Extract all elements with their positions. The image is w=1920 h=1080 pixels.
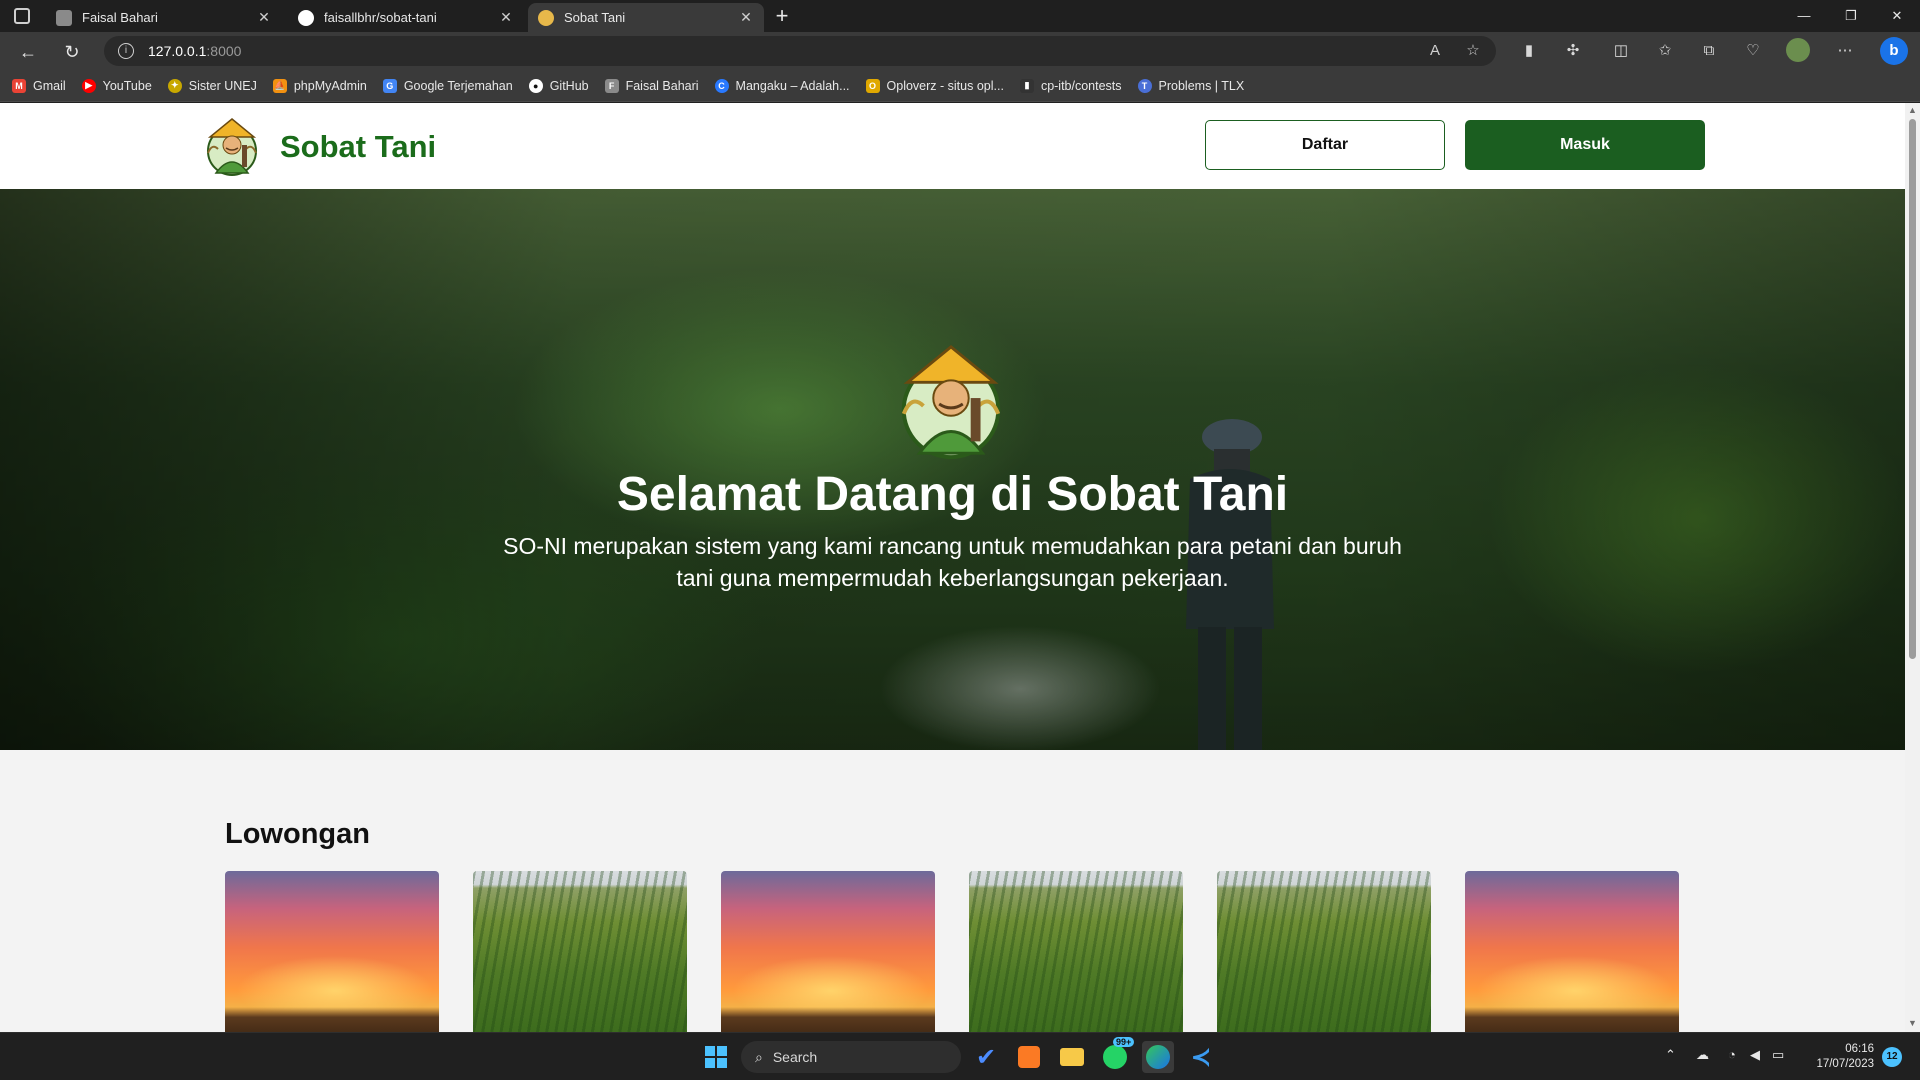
login-button[interactable]: Masuk: [1465, 120, 1705, 170]
tab-sobat-tani[interactable]: Sobat Tani ✕: [528, 3, 764, 32]
page-viewport: Sobat Tani Daftar Masuk Selamat Datang d…: [0, 103, 1905, 1032]
oploverz-icon: O: [865, 78, 880, 93]
tray-overflow-icon[interactable]: ⌃: [1665, 1047, 1676, 1063]
close-icon[interactable]: ✕: [738, 9, 754, 26]
scroll-down-icon[interactable]: ▼: [1908, 1018, 1917, 1028]
site-info-icon[interactable]: i: [118, 43, 134, 59]
scrollbar-thumb[interactable]: [1909, 119, 1916, 659]
new-tab-button[interactable]: +: [770, 4, 794, 28]
cp-itb-icon: ▮: [1019, 78, 1034, 93]
tab-github[interactable]: faisallbhr/sobat-tani ✕: [288, 3, 524, 32]
job-card-image[interactable]: [473, 871, 687, 1032]
date: 17/07/2023: [1816, 1058, 1874, 1070]
section-title-lowongan: Lowongan: [225, 818, 370, 850]
bookmark-youtube[interactable]: ▶ YouTube: [81, 78, 152, 93]
favorites-icon[interactable]: ✩: [1654, 40, 1676, 62]
wifi-icon[interactable]: ◔: [1728, 1047, 1736, 1062]
bookmark-phpmyadmin[interactable]: ⛵ phpMyAdmin: [272, 78, 367, 93]
vscode-icon[interactable]: ≺: [1185, 1041, 1217, 1073]
job-card-image[interactable]: [225, 871, 439, 1032]
phpmyadmin-icon: ⛵: [272, 78, 287, 93]
bookmark-google-translate[interactable]: G Google Terjemahan: [382, 78, 513, 93]
refresh-icon[interactable]: ↻: [60, 40, 84, 64]
profile-avatar[interactable]: [1786, 38, 1810, 62]
address-bar[interactable]: i 127.0.0.1:8000 A ☆: [104, 36, 1496, 66]
bing-copilot-icon[interactable]: b: [1880, 37, 1908, 65]
windows-taskbar: ⌕ Search ✔ 99+ ≺ ⌃ ☁ ◔ ◀ ▭ 06:16 17/07/2…: [0, 1032, 1920, 1080]
translate-icon: G: [382, 78, 397, 93]
job-card-image[interactable]: [1465, 871, 1679, 1032]
github-icon: ●: [528, 78, 543, 93]
site-header: Sobat Tani Daftar Masuk: [0, 103, 1905, 189]
github-icon: [298, 9, 314, 26]
time: 06:16: [1845, 1043, 1874, 1055]
start-icon[interactable]: [700, 1041, 732, 1073]
extension-icon[interactable]: ▮: [1518, 40, 1540, 62]
hero-farmer-logo-icon: [901, 344, 1001, 460]
browser-essentials-icon[interactable]: ♡: [1742, 40, 1764, 62]
brand[interactable]: Sobat Tani: [200, 115, 436, 179]
xampp-icon[interactable]: [1013, 1041, 1045, 1073]
close-icon[interactable]: ✕: [498, 9, 514, 26]
back-icon[interactable]: ←: [16, 40, 40, 64]
url-port: :8000: [206, 43, 242, 59]
onedrive-icon[interactable]: ☁: [1696, 1047, 1709, 1063]
hero-description: SO-NI merupakan sistem yang kami rancang…: [503, 533, 1402, 591]
url-host: 127.0.0.1: [148, 43, 207, 59]
scroll-up-icon[interactable]: ▲: [1908, 105, 1917, 115]
favorite-star-icon[interactable]: ☆: [1464, 42, 1482, 60]
clock[interactable]: 06:16 17/07/2023: [1806, 1042, 1874, 1072]
bookmark-oploverz[interactable]: O Oploverz - situs opl...: [865, 78, 1004, 93]
close-window-icon[interactable]: ✕: [1886, 6, 1908, 26]
bookmark-mangaku[interactable]: C Mangaku – Adalah...: [714, 78, 850, 93]
collections-icon[interactable]: ⧉: [1698, 40, 1720, 62]
tlx-icon: T: [1137, 78, 1152, 93]
split-screen-icon[interactable]: ◫: [1610, 40, 1632, 62]
tab-strip: Faisal Bahari ✕ faisallbhr/sobat-tani ✕ …: [0, 0, 1920, 32]
brand-name: Sobat Tani: [280, 129, 437, 164]
search-icon: ⌕: [755, 1048, 763, 1065]
file-explorer-icon[interactable]: [1056, 1041, 1088, 1073]
profile-icon: F: [604, 78, 619, 93]
bookmark-gmail[interactable]: M Gmail: [12, 78, 66, 93]
mangaku-icon: C: [714, 78, 729, 93]
farmer-logo-icon: [207, 118, 257, 176]
job-cards: [225, 871, 1685, 1032]
battery-icon[interactable]: ▭: [1772, 1047, 1784, 1063]
bookmarks-bar: M Gmail ▶ YouTube ✦ Sister UNEJ ⛵ phpMyAdmin…: [0, 70, 1920, 102]
page-scrollbar[interactable]: ▲ ▼: [1905, 103, 1920, 1032]
extensions-puzzle-icon[interactable]: ✣: [1562, 40, 1584, 62]
notification-badge[interactable]: 12: [1882, 1047, 1902, 1067]
job-card-image[interactable]: [969, 871, 1183, 1032]
minimize-icon[interactable]: —: [1793, 6, 1815, 26]
more-menu-icon[interactable]: ⋯: [1834, 40, 1856, 62]
register-button[interactable]: Daftar: [1205, 120, 1445, 170]
bookmark-tlx[interactable]: T Problems | TLX: [1137, 78, 1244, 93]
close-icon[interactable]: ✕: [256, 9, 272, 26]
whatsapp-icon[interactable]: 99+: [1099, 1037, 1135, 1073]
job-card-image[interactable]: [1217, 871, 1431, 1032]
bookmark-faisal-bahari[interactable]: F Faisal Bahari: [604, 78, 699, 93]
farmer-icon: [538, 9, 554, 26]
restore-icon[interactable]: ❐: [1840, 6, 1862, 26]
taskbar-search[interactable]: ⌕ Search: [741, 1041, 961, 1073]
profile-icon: [56, 9, 72, 26]
youtube-icon: ▶: [81, 78, 96, 93]
edge-icon[interactable]: [1142, 1041, 1174, 1073]
bookmark-cp-itb[interactable]: ▮ cp-itb/contests: [1019, 78, 1122, 93]
whatsapp-badge: 99+: [1113, 1037, 1135, 1047]
tab-actions-icon[interactable]: [14, 8, 30, 24]
read-aloud-icon[interactable]: A: [1426, 42, 1444, 60]
todo-icon[interactable]: ✔: [970, 1041, 1002, 1073]
unej-icon: ✦: [167, 78, 182, 93]
job-card-image[interactable]: [721, 871, 935, 1032]
gmail-icon: M: [12, 78, 26, 93]
hero-title: Selamat Datang di Sobat Tani: [616, 468, 1289, 521]
tab-faisal-bahari[interactable]: Faisal Bahari ✕: [46, 3, 282, 32]
bookmark-sister-unej[interactable]: ✦ Sister UNEJ: [167, 78, 257, 93]
bookmark-github[interactable]: ● GitHub: [528, 78, 589, 93]
volume-icon[interactable]: ◀: [1750, 1047, 1760, 1063]
hero-banner: Selamat Datang di Sobat Tani SO-NI merup…: [0, 189, 1905, 750]
address-toolbar: ← ↻ i 127.0.0.1:8000 A ☆ ▮ ✣ ◫ ✩ ⧉ ♡ ⋯ b: [0, 32, 1920, 70]
